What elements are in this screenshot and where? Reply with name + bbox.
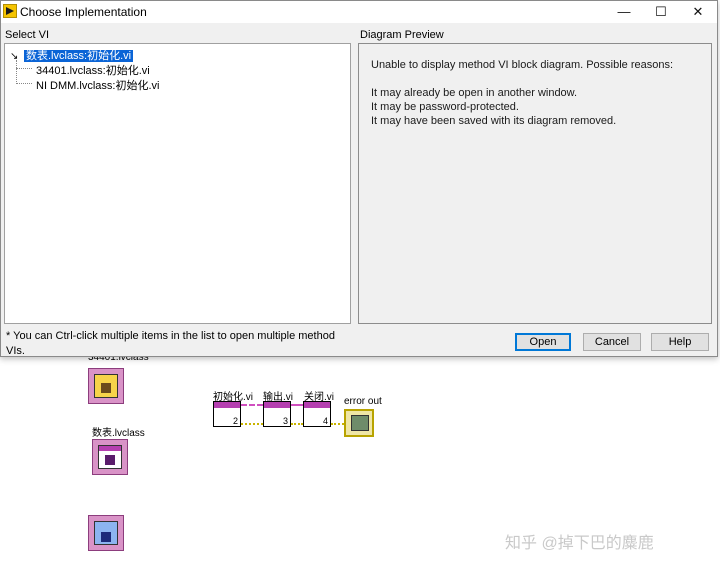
title-bar[interactable]: Choose Implementation — ☐ ✕ (1, 1, 717, 23)
error-wire-1 (241, 423, 263, 425)
tree-item-ni-dmm[interactable]: NI DMM.lvclass:初始化.vi (36, 77, 159, 93)
help-button[interactable]: Help (651, 333, 709, 351)
maximize-button[interactable]: ☐ (642, 1, 680, 23)
preview-reason-1: It may already be open in another window… (371, 87, 578, 99)
tree-expand-icon[interactable]: ↘ (10, 51, 24, 62)
class-constant-34401[interactable] (88, 368, 124, 404)
subvi-init-node[interactable]: 2 (213, 401, 241, 427)
error-wire-2 (291, 423, 303, 425)
tree-item-root[interactable]: ↘ 数表.lvclass:初始化.vi (10, 47, 135, 63)
class-wire-1 (241, 404, 263, 406)
open-button[interactable]: Open (515, 333, 571, 351)
choose-implementation-dialog: Choose Implementation — ☐ ✕ Select VI Di… (0, 0, 718, 357)
tree-connector (16, 60, 17, 84)
labview-icon (3, 4, 17, 18)
class-constant-shubiao[interactable] (92, 439, 128, 475)
error-out-label: error out (344, 396, 382, 407)
class-wire-2 (291, 404, 303, 406)
preview-reason-3: It may have been saved with its diagram … (371, 115, 617, 127)
cancel-button[interactable]: Cancel (583, 333, 641, 351)
class-constant-ni-dmm[interactable] (88, 515, 124, 551)
vi-tree-list[interactable]: ↘ 数表.lvclass:初始化.vi 34401.lvclass:初始化.vi … (4, 43, 351, 324)
tree-connector (16, 68, 32, 69)
subvi-output-node[interactable]: 3 (263, 401, 291, 427)
tree-item-label: 数表.lvclass:初始化.vi (22, 49, 135, 63)
preview-message: Unable to display method VI block diagra… (371, 59, 674, 71)
minimize-button[interactable]: — (605, 1, 643, 23)
diagram-preview-label: Diagram Preview (360, 29, 444, 41)
error-wire-3 (331, 423, 344, 425)
window-title: Choose Implementation (20, 5, 147, 19)
footnote-text: * You can Ctrl-click multiple items in t… (6, 330, 335, 357)
watermark-text: 知乎 @掉下巴的麋鹿 (505, 535, 654, 552)
tree-connector (16, 83, 32, 84)
class-constant-label-shubiao: 数表.lvclass (92, 428, 145, 439)
error-out-indicator[interactable] (344, 409, 374, 437)
preview-reason-2: It may be password-protected. (371, 101, 519, 113)
select-vi-label: Select VI (5, 29, 50, 41)
diagram-preview-pane: Unable to display method VI block diagra… (358, 43, 712, 324)
tree-item-34401[interactable]: 34401.lvclass:初始化.vi (36, 62, 150, 78)
subvi-close-node[interactable]: 4 (303, 401, 331, 427)
close-button[interactable]: ✕ (679, 1, 717, 23)
